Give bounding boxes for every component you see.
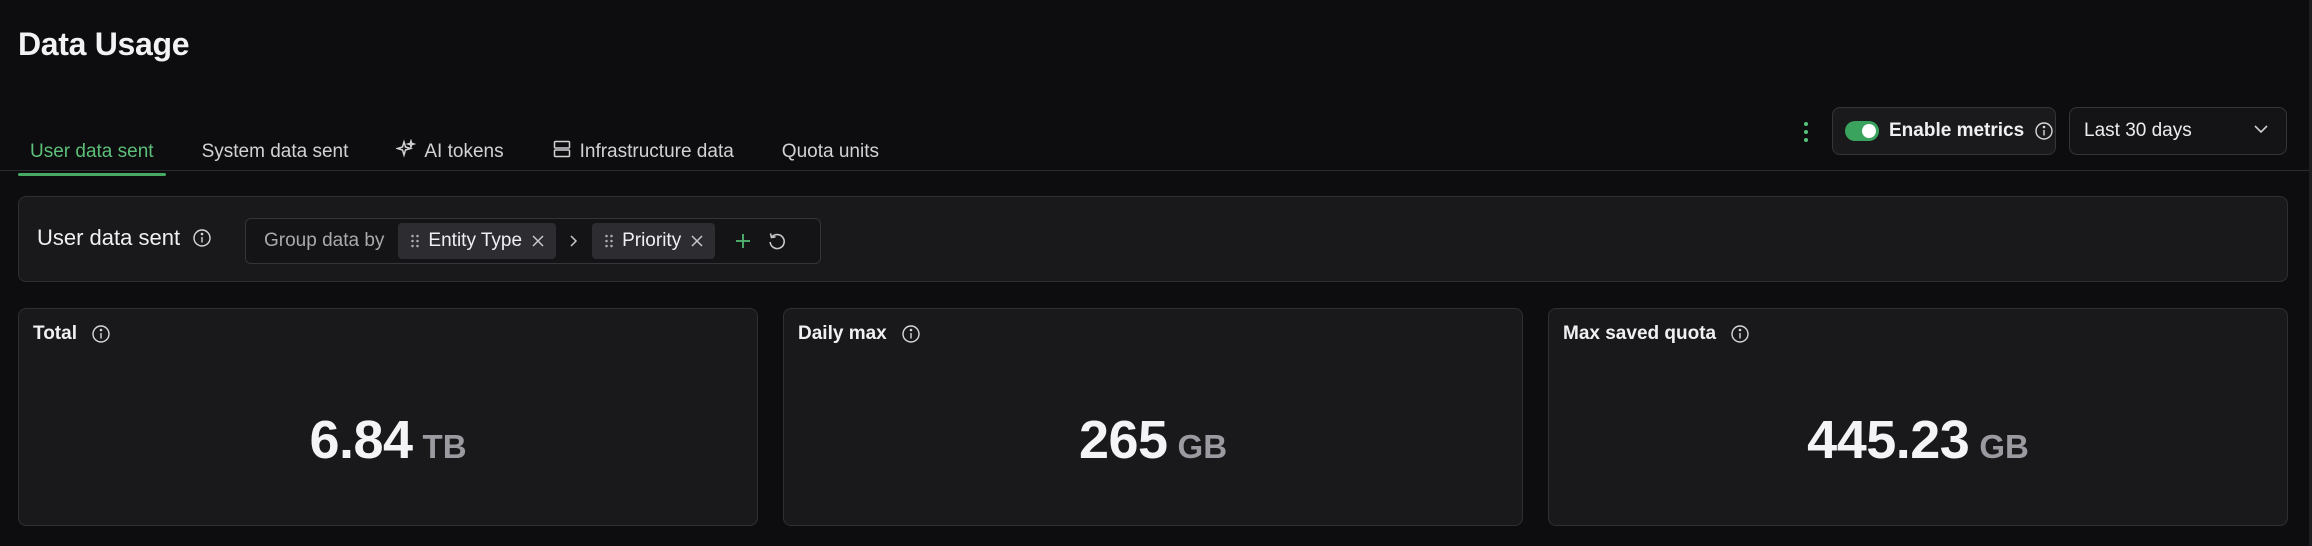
card-title: Max saved quota — [1563, 323, 1750, 345]
more-options-icon[interactable] — [1797, 116, 1815, 148]
tab-label: System data sent — [201, 141, 349, 162]
drag-handle-icon[interactable] — [410, 233, 420, 249]
card-value: 445.23 GB — [1549, 409, 2287, 471]
group-by-label: Group data by — [264, 230, 385, 251]
enable-metrics-label: Enable metrics — [1889, 120, 2025, 141]
tab-divider — [0, 170, 2312, 171]
enable-metrics-toggle[interactable] — [1845, 121, 1879, 141]
card-title-text: Max saved quota — [1563, 323, 1717, 344]
stat-card-daily-max: Daily max 265 GB — [783, 308, 1523, 526]
info-icon[interactable] — [901, 324, 921, 344]
tab-quota-units[interactable]: Quota units — [770, 134, 891, 170]
card-value-unit: GB — [1177, 428, 1228, 465]
tab-label: AI tokens — [424, 141, 504, 162]
card-value-unit: TB — [422, 428, 467, 465]
sparkle-icon — [395, 138, 417, 165]
info-icon[interactable] — [192, 228, 212, 248]
info-icon[interactable] — [2034, 121, 2054, 141]
tab-label: Infrastructure data — [579, 141, 734, 162]
group-chip-entity-type[interactable]: Entity Type — [398, 223, 557, 259]
tab-infrastructure-data[interactable]: Infrastructure data — [540, 134, 746, 170]
tab-system-data-sent[interactable]: System data sent — [190, 134, 361, 170]
close-icon[interactable] — [689, 233, 705, 249]
tab-label: User data sent — [30, 141, 154, 162]
card-title: Total — [33, 323, 111, 345]
group-data-panel: User data sent Group data by Entity Type — [18, 196, 2288, 282]
card-title-text: Total — [33, 323, 77, 344]
date-range-value: Last 30 days — [2084, 120, 2192, 141]
page-title: Data Usage — [18, 26, 190, 62]
info-icon[interactable] — [91, 324, 111, 344]
tab-ai-tokens[interactable]: AI tokens — [384, 134, 515, 170]
group-chip-priority[interactable]: Priority — [592, 223, 716, 259]
info-icon[interactable] — [1730, 324, 1750, 344]
card-value: 6.84 TB — [19, 409, 757, 471]
chevron-right-icon — [568, 233, 580, 249]
stat-card-max-saved-quota: Max saved quota 445.23 GB — [1548, 308, 2288, 526]
card-value-number: 6.84 — [309, 410, 413, 470]
close-icon[interactable] — [530, 233, 546, 249]
drag-handle-icon[interactable] — [604, 233, 614, 249]
tab-label: Quota units — [781, 141, 879, 162]
card-title: Daily max — [798, 323, 921, 345]
stat-card-total: Total 6.84 TB — [18, 308, 758, 526]
reset-icon[interactable] — [767, 231, 787, 251]
card-value: 265 GB — [784, 409, 1522, 471]
chevron-down-icon — [2252, 120, 2270, 143]
server-icon — [552, 139, 572, 165]
date-range-select[interactable]: Last 30 days — [2069, 107, 2287, 155]
chip-label: Priority — [622, 230, 682, 251]
card-value-number: 445.23 — [1807, 410, 1970, 470]
chip-label: Entity Type — [428, 230, 523, 251]
card-title-text: Daily max — [798, 323, 887, 344]
group-by-field: Group data by Entity Type Priority — [245, 218, 821, 264]
card-value-number: 265 — [1078, 410, 1168, 470]
tab-bar: User data sent System data sent AI token… — [18, 134, 915, 176]
panel-title: User data sent — [37, 225, 212, 251]
panel-title-text: User data sent — [37, 225, 181, 250]
plus-icon[interactable] — [733, 231, 753, 251]
card-value-unit: GB — [1979, 428, 2029, 465]
tab-user-data-sent[interactable]: User data sent — [18, 134, 166, 176]
enable-metrics-control: Enable metrics — [1832, 107, 2056, 155]
